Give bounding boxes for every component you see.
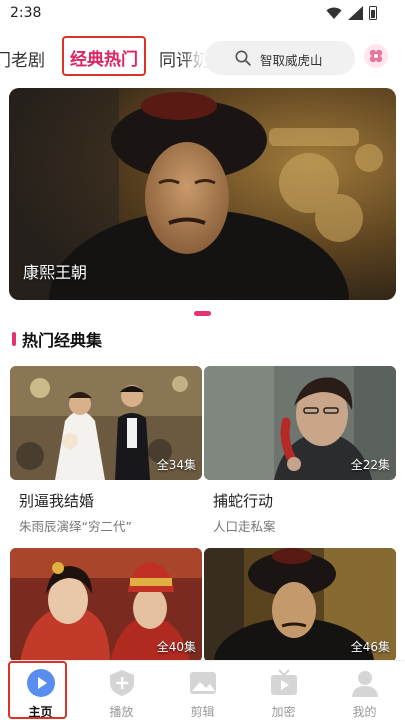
section-title: 热门经典集 bbox=[22, 331, 103, 350]
user-icon bbox=[352, 671, 378, 697]
nav-edit[interactable]: 剪辑 bbox=[162, 661, 243, 720]
tab-bar: 门老剧 经典热门 同评奶 智取威虎山 bbox=[0, 34, 405, 80]
status-time: 2:38 bbox=[10, 5, 42, 21]
banner[interactable]: 康熙王朝 bbox=[9, 88, 396, 300]
episode-badge: 全34集 bbox=[156, 458, 196, 472]
signal-icon bbox=[348, 6, 363, 20]
nav-home-highlight bbox=[8, 661, 67, 719]
nav-encrypt[interactable]: 加密 bbox=[243, 661, 324, 720]
search-placeholder: 智取威虎山 bbox=[260, 53, 323, 68]
image-icon bbox=[190, 672, 216, 694]
card-thumbnail: 全34集 bbox=[10, 366, 202, 480]
search-input[interactable]: 智取威虎山 bbox=[205, 41, 355, 75]
nav-label: 我的 bbox=[352, 705, 377, 719]
wifi-icon bbox=[326, 7, 342, 19]
search-icon bbox=[235, 50, 251, 66]
episode-badge: 全40集 bbox=[156, 640, 196, 654]
card-subtitle: 朱雨辰演绎“穷二代” bbox=[19, 519, 132, 534]
banner-caption: 康熙王朝 bbox=[23, 263, 88, 282]
card-title: 捕蛇行动 bbox=[213, 492, 274, 510]
card-title: 别逼我结婚 bbox=[19, 492, 95, 510]
card-thumbnail: 全22集 bbox=[204, 366, 396, 480]
status-icons bbox=[326, 6, 377, 20]
nav-profile[interactable]: 我的 bbox=[324, 661, 405, 720]
shield-plus-icon bbox=[110, 670, 134, 696]
section-accent-bar bbox=[12, 332, 16, 346]
episode-badge: 全22集 bbox=[350, 458, 390, 472]
episode-badge: 全46集 bbox=[350, 640, 390, 654]
nav-label: 播放 bbox=[109, 705, 134, 719]
card-thumbnail: 全46集 bbox=[204, 548, 396, 662]
card-subtitle: 人口走私案 bbox=[213, 519, 276, 534]
nav-label: 加密 bbox=[271, 705, 296, 719]
status-bar: 2:38 bbox=[0, 0, 405, 28]
card-thumbnail: 全40集 bbox=[10, 548, 202, 662]
nav-label: 剪辑 bbox=[190, 705, 215, 719]
tab-next[interactable]: 同评奶 bbox=[159, 46, 210, 71]
tab-classic-hot[interactable]: 经典热门 bbox=[62, 36, 146, 76]
battery-icon bbox=[369, 6, 377, 20]
flower-icon[interactable] bbox=[364, 44, 388, 68]
carousel-indicator bbox=[194, 311, 211, 316]
tv-play-icon bbox=[271, 669, 297, 695]
nav-play[interactable]: 播放 bbox=[81, 661, 162, 720]
section-header: 热门经典集 bbox=[12, 328, 102, 350]
tab-old-drama[interactable]: 门老剧 bbox=[0, 46, 45, 71]
